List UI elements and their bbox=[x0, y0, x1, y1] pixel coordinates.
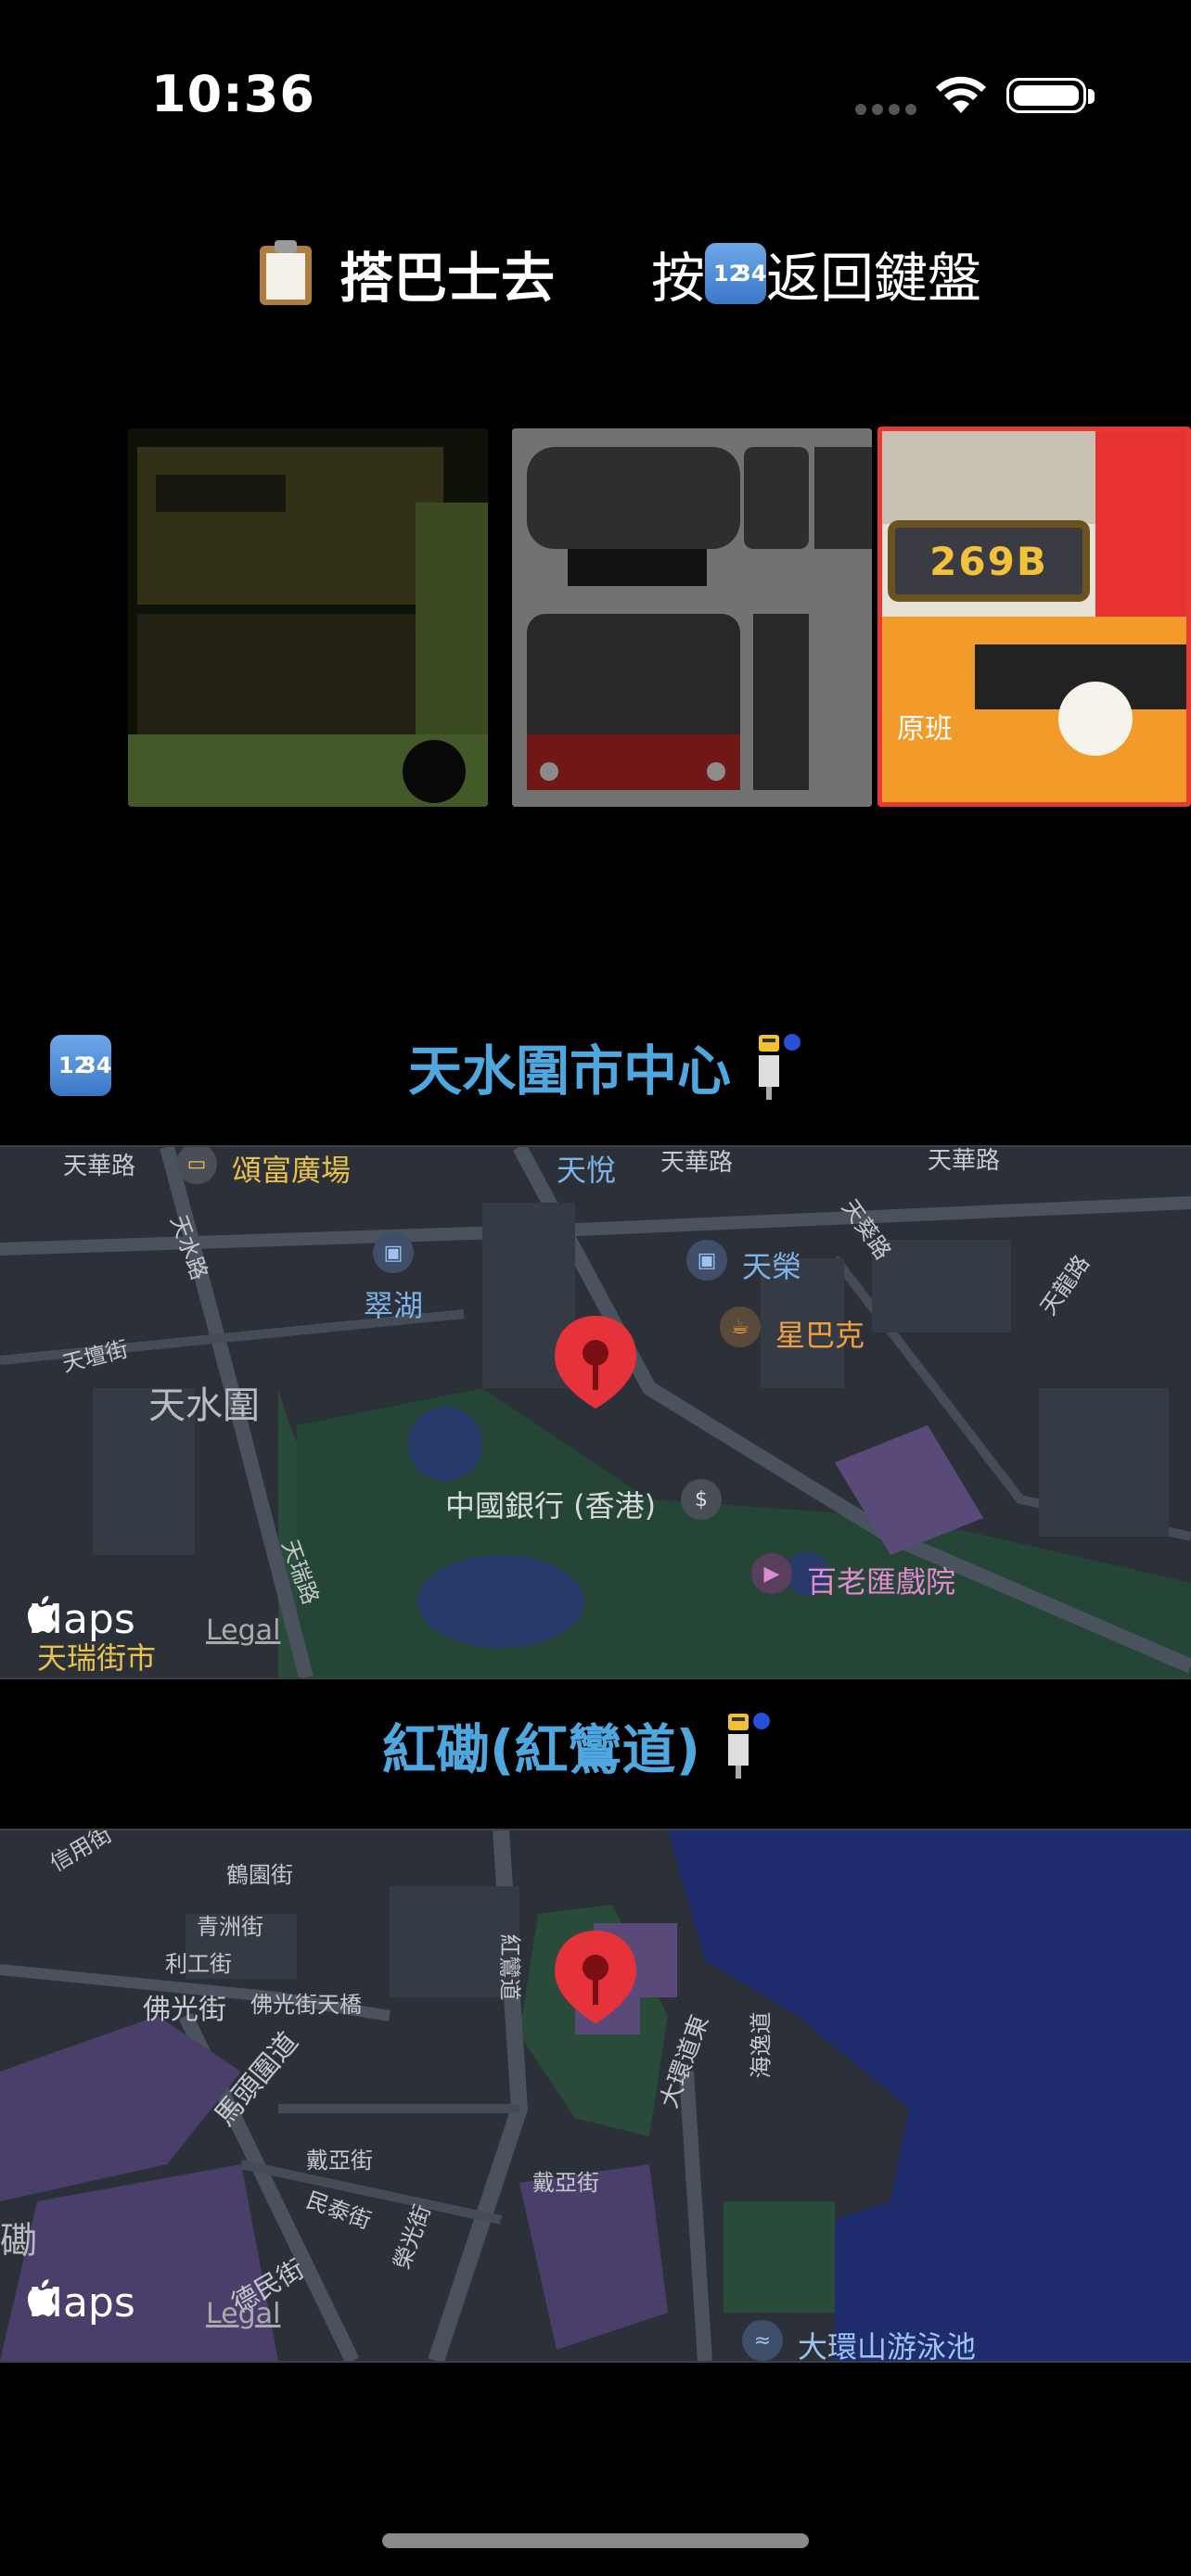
keypad-icon-bottom: 34 bbox=[736, 260, 767, 287]
page-header: 搭巴士去 bbox=[258, 232, 555, 315]
map-label: 佛光街天橋 bbox=[250, 1992, 362, 2018]
card-caption: 原班 bbox=[897, 713, 953, 746]
map-label: 天華路 bbox=[63, 1153, 136, 1180]
cinema-icon: ▶ bbox=[751, 1553, 792, 1594]
stop-name: 紅磡(紅鸞道) bbox=[382, 1718, 701, 1781]
bus-card-green[interactable] bbox=[128, 428, 488, 807]
home-indicator[interactable] bbox=[382, 2533, 809, 2548]
map-label: 紅鸞道 bbox=[496, 1933, 523, 2001]
map-label: 翠湖 bbox=[364, 1288, 424, 1323]
battery-icon bbox=[1006, 78, 1086, 113]
keyboard-hint[interactable]: 按 12 34 返回鍵盤 bbox=[651, 232, 981, 315]
keypad-icon: 12 34 bbox=[50, 1035, 111, 1096]
map-label: 大環山游泳池 bbox=[798, 2329, 977, 2363]
map-label: 青洲街 bbox=[197, 1914, 263, 1940]
map-label: 利工街 bbox=[165, 1951, 232, 1977]
keypad-icon-top: 12 bbox=[58, 1052, 90, 1078]
status-time: 10:36 bbox=[151, 65, 315, 123]
hint-prefix: 按 bbox=[651, 247, 706, 310]
page-title: 搭巴士去 bbox=[339, 247, 556, 310]
keypad-icon: 12 34 bbox=[705, 243, 766, 304]
location-pin-icon bbox=[555, 1931, 636, 2023]
map-label: 天悅 bbox=[557, 1153, 617, 1188]
legal-link[interactable]: Legal bbox=[206, 1614, 280, 1647]
legal-link[interactable]: Legal bbox=[206, 2298, 280, 2330]
map-stop-1[interactable]: 天華路 ▭ 頌富廣場 天悅 天華路 天華路 天水路 ▣ 翠湖 ▣ 天榮 天壇街 … bbox=[0, 1145, 1191, 1679]
wifi-icon bbox=[936, 76, 986, 113]
map-label: 頌富廣場 bbox=[232, 1153, 352, 1188]
stop-title-1[interactable]: 天水圍市中心 bbox=[408, 1029, 801, 1103]
keypad-button[interactable]: 12 34 bbox=[50, 1035, 111, 1096]
map-label: 磡 bbox=[0, 2220, 37, 2263]
hint-suffix: 返回鍵盤 bbox=[766, 247, 982, 310]
map-label: 天華路 bbox=[660, 1149, 734, 1177]
battery-cap bbox=[1088, 89, 1095, 104]
stop-name: 天水圍市中心 bbox=[408, 1039, 732, 1103]
map-label: 天水圍 bbox=[148, 1384, 260, 1427]
keypad-icon-bottom: 34 bbox=[81, 1052, 112, 1078]
tram-stop-icon: ▣ bbox=[373, 1232, 414, 1273]
map-label: 佛光街 bbox=[143, 1994, 226, 2026]
cellular-signal-icon bbox=[855, 104, 916, 117]
apple-icon bbox=[28, 1596, 57, 1633]
map-label: 百老匯戲院 bbox=[807, 1564, 956, 1600]
bank-icon: $ bbox=[681, 1479, 722, 1520]
bus-card-selected[interactable]: 269B 原班 bbox=[877, 427, 1191, 807]
coffee-icon: ☕ bbox=[720, 1307, 761, 1347]
bus-card-white[interactable] bbox=[512, 428, 872, 807]
map-label: 星巴克 bbox=[775, 1318, 865, 1353]
apple-maps-logo: Maps bbox=[28, 1596, 135, 1643]
tram-stop-icon: ▣ bbox=[686, 1240, 727, 1281]
apple-maps-logo: Maps bbox=[28, 2279, 135, 2327]
stop-title-2[interactable]: 紅磡(紅鸞道) bbox=[382, 1708, 771, 1782]
map-label: 戴亞街 bbox=[532, 2170, 599, 2196]
map-label: 海逸道 bbox=[748, 2011, 775, 2079]
clipboard-icon bbox=[260, 240, 312, 305]
keypad-icon-top: 12 bbox=[713, 260, 745, 287]
bus-stop-icon bbox=[728, 1713, 771, 1779]
location-pin-icon bbox=[555, 1316, 636, 1409]
map-label: 鶴園街 bbox=[226, 1862, 293, 1888]
route-number-plate: 269B bbox=[888, 520, 1090, 602]
map-label: 中國銀行 (香港) bbox=[445, 1488, 657, 1524]
map-stop-2[interactable]: 信用街 鶴園街 青洲街 利工街 佛光街 佛光街天橋 馬頭圍道 大環道東 戴亞街 … bbox=[0, 1829, 1191, 2363]
shopping-icon: ▭ bbox=[176, 1147, 217, 1184]
orange-bus-image bbox=[882, 431, 1186, 802]
map-background bbox=[0, 1830, 1191, 2361]
map-label: 天榮 bbox=[742, 1249, 802, 1284]
map-label: 天華路 bbox=[928, 1147, 1001, 1175]
bus-stop-icon bbox=[759, 1034, 801, 1100]
swimming-icon: ≈ bbox=[742, 2320, 783, 2361]
apple-icon bbox=[28, 2279, 57, 2316]
map-label: 戴亞街 bbox=[306, 2148, 373, 2174]
